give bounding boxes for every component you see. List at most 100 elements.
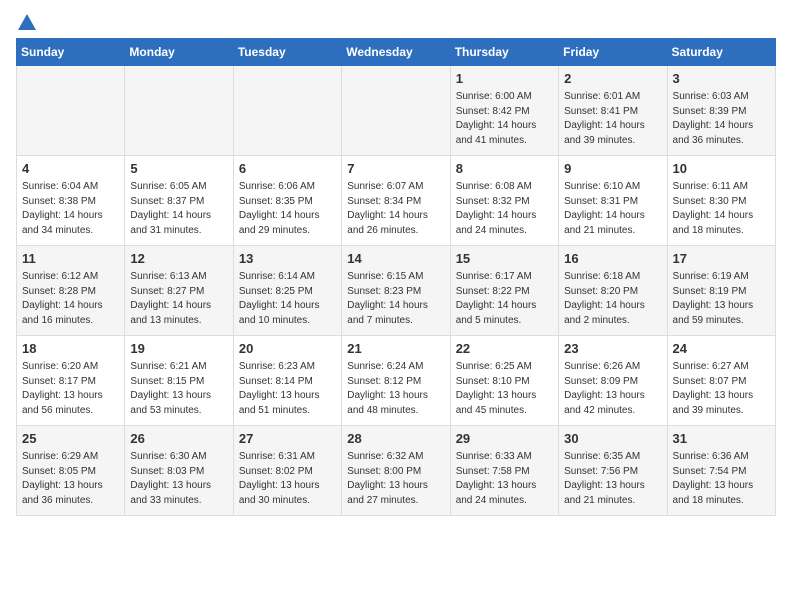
day-info: Sunrise: 6:19 AM Sunset: 8:19 PM Dayligh…: [673, 270, 770, 328]
day-info: Sunrise: 6:33 AM Sunset: 7:58 PM Dayligh…: [456, 450, 553, 508]
day-info: Sunrise: 6:23 AM Sunset: 8:14 PM Dayligh…: [239, 360, 336, 418]
calendar-cell: [342, 66, 450, 156]
day-info: Sunrise: 6:32 AM Sunset: 8:00 PM Dayligh…: [347, 450, 444, 508]
day-info: Sunrise: 6:17 AM Sunset: 8:22 PM Dayligh…: [456, 270, 553, 328]
day-info: Sunrise: 6:05 AM Sunset: 8:37 PM Dayligh…: [130, 180, 227, 238]
day-number: 9: [564, 160, 661, 178]
day-info: Sunrise: 6:18 AM Sunset: 8:20 PM Dayligh…: [564, 270, 661, 328]
calendar-cell: 8 Sunrise: 6:08 AM Sunset: 8:32 PM Daylig…: [450, 156, 558, 246]
calendar-cell: 22 Sunrise: 6:25 AM Sunset: 8:10 PM Dayli…: [450, 336, 558, 426]
day-number: 8: [456, 160, 553, 178]
day-number: 11: [22, 250, 119, 268]
calendar-cell: 21Sunrise: 6:24 AM Sunset: 8:12 PM Dayli…: [342, 336, 450, 426]
day-number: 1: [456, 70, 553, 88]
calendar-cell: 11 Sunrise: 6:12 AM Sunset: 8:28 PM Dayli…: [17, 246, 125, 336]
day-info: Sunrise: 6:00 AM Sunset: 8:42 PM Dayligh…: [456, 90, 553, 148]
day-info: Sunrise: 6:29 AM Sunset: 8:05 PM Dayligh…: [22, 450, 119, 508]
day-number: 3: [673, 70, 770, 88]
day-info: Sunrise: 6:14 AM Sunset: 8:25 PM Dayligh…: [239, 270, 336, 328]
calendar-table: SundayMondayTuesdayWednesdayThursdayFrid…: [16, 38, 776, 516]
day-number: 15: [456, 250, 553, 268]
day-info: Sunrise: 6:25 AM Sunset: 8:10 PM Dayligh…: [456, 360, 553, 418]
calendar-cell: 14 Sunrise: 6:15 AM Sunset: 8:23 PM Dayli…: [342, 246, 450, 336]
calendar-cell: 9 Sunrise: 6:10 AM Sunset: 8:31 PM Daylig…: [559, 156, 667, 246]
header-thursday: Thursday: [450, 39, 558, 66]
calendar-cell: 4Sunrise: 6:04 AM Sunset: 8:38 PM Daylig…: [17, 156, 125, 246]
day-info: Sunrise: 6:15 AM Sunset: 8:23 PM Dayligh…: [347, 270, 444, 328]
day-number: 13: [239, 250, 336, 268]
day-number: 18: [22, 340, 119, 358]
day-number: 5: [130, 160, 227, 178]
day-info: Sunrise: 6:30 AM Sunset: 8:03 PM Dayligh…: [130, 450, 227, 508]
day-info: Sunrise: 6:26 AM Sunset: 8:09 PM Dayligh…: [564, 360, 661, 418]
day-info: Sunrise: 6:20 AM Sunset: 8:17 PM Dayligh…: [22, 360, 119, 418]
calendar-cell: 1 Sunrise: 6:00 AM Sunset: 8:42 PM Daylig…: [450, 66, 558, 156]
day-info: Sunrise: 6:03 AM Sunset: 8:39 PM Dayligh…: [673, 90, 770, 148]
day-info: Sunrise: 6:07 AM Sunset: 8:34 PM Dayligh…: [347, 180, 444, 238]
calendar-cell: 13 Sunrise: 6:14 AM Sunset: 8:25 PM Dayli…: [233, 246, 341, 336]
day-number: 28: [347, 430, 444, 448]
day-number: 16: [564, 250, 661, 268]
header-friday: Friday: [559, 39, 667, 66]
day-info: Sunrise: 6:35 AM Sunset: 7:56 PM Dayligh…: [564, 450, 661, 508]
page-header: [16, 16, 776, 30]
day-number: 23: [564, 340, 661, 358]
calendar-cell: 7 Sunrise: 6:07 AM Sunset: 8:34 PM Daylig…: [342, 156, 450, 246]
day-info: Sunrise: 6:31 AM Sunset: 8:02 PM Dayligh…: [239, 450, 336, 508]
day-number: 14: [347, 250, 444, 268]
calendar-cell: [233, 66, 341, 156]
calendar-week-row: 25 Sunrise: 6:29 AM Sunset: 8:05 PM Dayli…: [17, 426, 776, 516]
day-number: 2: [564, 70, 661, 88]
day-number: 25: [22, 430, 119, 448]
calendar-cell: 5 Sunrise: 6:05 AM Sunset: 8:37 PM Daylig…: [125, 156, 233, 246]
day-info: Sunrise: 6:21 AM Sunset: 8:15 PM Dayligh…: [130, 360, 227, 418]
day-number: 10: [673, 160, 770, 178]
day-number: 22: [456, 340, 553, 358]
day-info: Sunrise: 6:36 AM Sunset: 7:54 PM Dayligh…: [673, 450, 770, 508]
logo-icon: [18, 14, 36, 30]
calendar-cell: 30 Sunrise: 6:35 AM Sunset: 7:56 PM Dayli…: [559, 426, 667, 516]
day-number: 29: [456, 430, 553, 448]
day-number: 4: [22, 160, 119, 178]
day-number: 19: [130, 340, 227, 358]
day-info: Sunrise: 6:01 AM Sunset: 8:41 PM Dayligh…: [564, 90, 661, 148]
header-tuesday: Tuesday: [233, 39, 341, 66]
calendar-cell: 17 Sunrise: 6:19 AM Sunset: 8:19 PM Dayli…: [667, 246, 775, 336]
calendar-cell: 16 Sunrise: 6:18 AM Sunset: 8:20 PM Dayli…: [559, 246, 667, 336]
day-number: 21: [347, 340, 444, 358]
day-info: Sunrise: 6:08 AM Sunset: 8:32 PM Dayligh…: [456, 180, 553, 238]
day-number: 7: [347, 160, 444, 178]
calendar-cell: 20Sunrise: 6:23 AM Sunset: 8:14 PM Dayli…: [233, 336, 341, 426]
day-info: Sunrise: 6:12 AM Sunset: 8:28 PM Dayligh…: [22, 270, 119, 328]
day-info: Sunrise: 6:06 AM Sunset: 8:35 PM Dayligh…: [239, 180, 336, 238]
header-saturday: Saturday: [667, 39, 775, 66]
day-number: 6: [239, 160, 336, 178]
day-number: 26: [130, 430, 227, 448]
calendar-cell: [17, 66, 125, 156]
calendar-cell: 19 Sunrise: 6:21 AM Sunset: 8:15 PM Dayli…: [125, 336, 233, 426]
calendar-cell: 6 Sunrise: 6:06 AM Sunset: 8:35 PM Daylig…: [233, 156, 341, 246]
day-info: Sunrise: 6:13 AM Sunset: 8:27 PM Dayligh…: [130, 270, 227, 328]
calendar-week-row: 18 Sunrise: 6:20 AM Sunset: 8:17 PM Dayli…: [17, 336, 776, 426]
calendar-cell: 25 Sunrise: 6:29 AM Sunset: 8:05 PM Dayli…: [17, 426, 125, 516]
day-number: 12: [130, 250, 227, 268]
calendar-header-row: SundayMondayTuesdayWednesdayThursdayFrid…: [17, 39, 776, 66]
calendar-cell: 3 Sunrise: 6:03 AM Sunset: 8:39 PM Daylig…: [667, 66, 775, 156]
day-number: 27: [239, 430, 336, 448]
calendar-cell: 23 Sunrise: 6:26 AM Sunset: 8:09 PM Dayli…: [559, 336, 667, 426]
calendar-week-row: 11 Sunrise: 6:12 AM Sunset: 8:28 PM Dayli…: [17, 246, 776, 336]
logo: [16, 16, 36, 30]
day-number: 17: [673, 250, 770, 268]
day-info: Sunrise: 6:10 AM Sunset: 8:31 PM Dayligh…: [564, 180, 661, 238]
day-info: Sunrise: 6:27 AM Sunset: 8:07 PM Dayligh…: [673, 360, 770, 418]
calendar-cell: 10Sunrise: 6:11 AM Sunset: 8:30 PM Dayli…: [667, 156, 775, 246]
day-number: 24: [673, 340, 770, 358]
day-number: 30: [564, 430, 661, 448]
header-sunday: Sunday: [17, 39, 125, 66]
day-number: 31: [673, 430, 770, 448]
calendar-cell: 15 Sunrise: 6:17 AM Sunset: 8:22 PM Dayli…: [450, 246, 558, 336]
calendar-cell: 31 Sunrise: 6:36 AM Sunset: 7:54 PM Dayli…: [667, 426, 775, 516]
calendar-cell: 2 Sunrise: 6:01 AM Sunset: 8:41 PM Daylig…: [559, 66, 667, 156]
calendar-cell: 28 Sunrise: 6:32 AM Sunset: 8:00 PM Dayli…: [342, 426, 450, 516]
calendar-cell: 18 Sunrise: 6:20 AM Sunset: 8:17 PM Dayli…: [17, 336, 125, 426]
